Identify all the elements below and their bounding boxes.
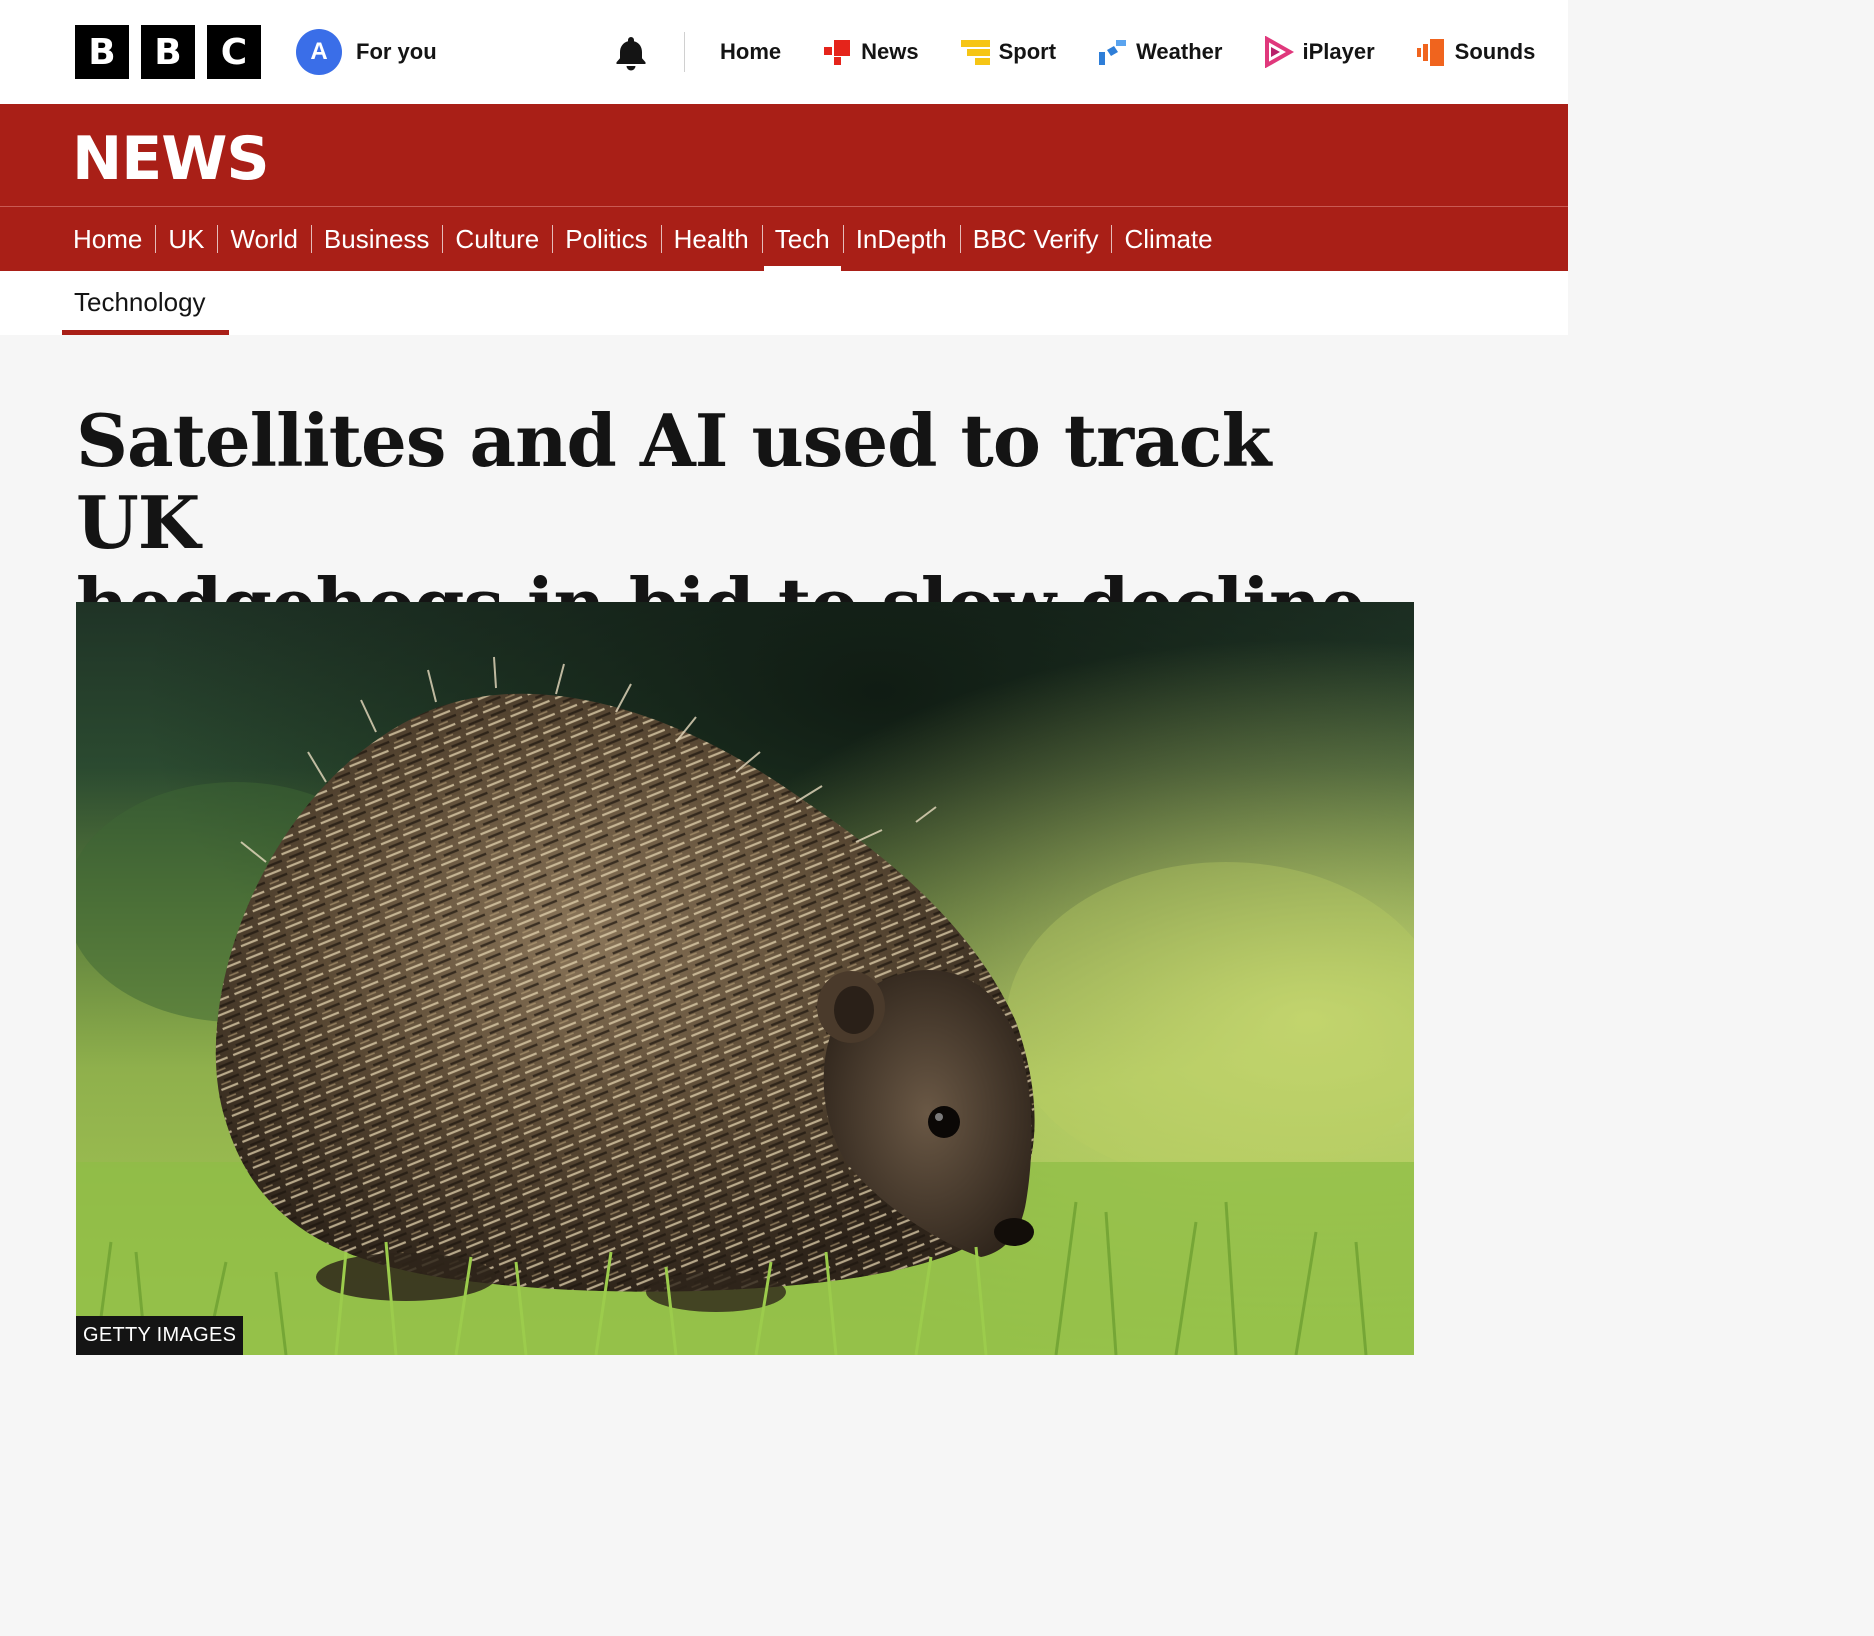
masthead-nav-sounds[interactable]: Sounds xyxy=(1415,36,1536,68)
bbc-logo-block: B xyxy=(75,25,129,79)
sounds-icon xyxy=(1416,39,1444,66)
section-nav-item-indepth[interactable]: InDepth xyxy=(842,207,960,271)
section-nav-link[interactable]: Health xyxy=(661,225,762,253)
section-nav-link[interactable]: Culture xyxy=(442,225,552,253)
headline-line: Satellites and AI used to track UK xyxy=(76,398,1271,565)
section-nav-link[interactable]: InDepth xyxy=(843,225,960,253)
section-nav-link[interactable]: Tech xyxy=(762,225,843,253)
masthead-divider xyxy=(684,32,685,72)
section-nav-link[interactable]: BBC Verify xyxy=(960,225,1112,253)
section-nav-item-world[interactable]: World xyxy=(217,207,310,271)
section-nav-item-politics[interactable]: Politics xyxy=(552,207,660,271)
bbc-masthead: B B C A For you Home News Sport Weather … xyxy=(0,0,1568,104)
sport-icon xyxy=(960,40,990,65)
section-nav-item-business[interactable]: Business xyxy=(310,207,443,271)
iplayer-icon xyxy=(1265,36,1295,68)
section-nav-link[interactable]: Climate xyxy=(1111,225,1225,253)
section-nav-item-climate[interactable]: Climate xyxy=(1111,207,1225,271)
account-label: For you xyxy=(356,39,437,64)
section-nav-link[interactable]: Politics xyxy=(552,225,660,253)
section-nav-item-tech[interactable]: Tech xyxy=(761,207,843,271)
hedgehog-photo xyxy=(76,602,1414,1355)
account-button[interactable]: A For you xyxy=(296,29,437,75)
news-section-title[interactable]: NEWS xyxy=(72,124,270,194)
section-nav-item-bbc-verify[interactable]: BBC Verify xyxy=(959,207,1112,271)
masthead-nav-iplayer[interactable]: iPlayer xyxy=(1262,36,1375,68)
masthead-nav-label: Weather xyxy=(1136,39,1223,64)
bbc-logo[interactable]: B B C xyxy=(75,25,261,79)
subnav-label: Technology xyxy=(74,287,206,317)
masthead-nav-sport[interactable]: Sport xyxy=(959,36,1056,68)
masthead-nav-weather[interactable]: Weather xyxy=(1096,36,1222,68)
masthead-nav-label: News xyxy=(861,39,919,64)
news-banner: NEWS xyxy=(0,104,1568,206)
masthead-nav-label: iPlayer xyxy=(1302,39,1375,64)
news-icon xyxy=(824,40,851,65)
image-credit: GETTY IMAGES xyxy=(76,1316,244,1355)
news-section-nav: Home UK World Business Culture Politics … xyxy=(0,207,1568,271)
subnav-item-technology[interactable]: Technology xyxy=(62,271,229,335)
article-hero-image: GETTY IMAGES xyxy=(76,602,1414,1355)
section-nav-link[interactable]: World xyxy=(217,225,310,253)
masthead-nav-label: Sounds xyxy=(1454,39,1536,64)
section-nav-item-culture[interactable]: Culture xyxy=(442,207,552,271)
section-nav-link[interactable]: UK xyxy=(155,225,217,253)
masthead-nav-news[interactable]: News xyxy=(821,36,919,68)
section-nav-link[interactable]: Business xyxy=(311,225,443,253)
sub-section-nav: Technology xyxy=(0,271,1568,335)
masthead-nav-label: Home xyxy=(720,39,782,64)
avatar: A xyxy=(296,29,342,75)
section-nav-item-health[interactable]: Health xyxy=(660,207,762,271)
section-nav-link[interactable]: Home xyxy=(60,225,155,253)
weather-icon xyxy=(1099,40,1127,65)
masthead-nav: Home News Sport Weather iPlayer Sounds xyxy=(720,30,1535,74)
bbc-logo-block: C xyxy=(207,25,261,79)
masthead-nav-home[interactable]: Home xyxy=(720,39,781,65)
notifications-bell-icon[interactable] xyxy=(612,33,650,71)
bbc-logo-block: B xyxy=(141,25,195,79)
section-nav-item-home[interactable]: Home xyxy=(60,207,155,271)
masthead-nav-label: Sport xyxy=(998,39,1057,64)
section-nav-item-uk[interactable]: UK xyxy=(155,207,217,271)
